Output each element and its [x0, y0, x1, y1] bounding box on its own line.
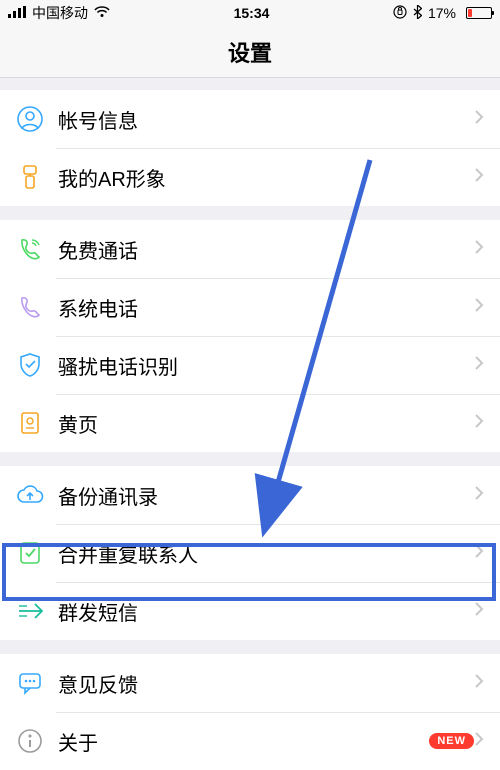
- clock: 15:34: [110, 5, 393, 21]
- page-title: 设置: [228, 36, 272, 68]
- settings-row[interactable]: 帐号信息: [0, 90, 500, 148]
- settings-row[interactable]: 我的AR形象: [0, 148, 500, 206]
- settings-group: 帐号信息我的AR形象: [0, 90, 500, 206]
- status-bar: 中国移动 15:34 17%: [0, 0, 500, 26]
- chevron-right-icon: [474, 239, 484, 260]
- settings-group: 意见反馈关于 NEW: [0, 654, 500, 770]
- ar-icon: [16, 163, 44, 191]
- settings-group: 免费通话系统电话骚扰电话识别黄页: [0, 220, 500, 452]
- settings-row[interactable]: 系统电话: [0, 278, 500, 336]
- row-label: 群发短信: [58, 597, 474, 626]
- settings-row[interactable]: 黄页: [0, 394, 500, 452]
- settings-row[interactable]: 骚扰电话识别: [0, 336, 500, 394]
- rotation-lock-icon: [393, 5, 407, 22]
- row-label: 关于: [58, 727, 419, 756]
- book-icon: [16, 409, 44, 437]
- settings-group: 备份通讯录合并重复联系人群发短信: [0, 466, 500, 640]
- battery-icon: [462, 7, 492, 19]
- cloud-up-icon: [16, 481, 44, 509]
- shield-icon: [16, 351, 44, 379]
- chevron-right-icon: [474, 355, 484, 376]
- chevron-right-icon: [474, 543, 484, 564]
- chevron-right-icon: [474, 485, 484, 506]
- row-label: 合并重复联系人: [58, 539, 474, 568]
- new-badge: NEW: [429, 733, 474, 749]
- row-label: 系统电话: [58, 293, 474, 322]
- row-label: 免费通话: [58, 235, 474, 264]
- chevron-right-icon: [474, 167, 484, 188]
- settings-row[interactable]: 备份通讯录: [0, 466, 500, 524]
- signal-icon: [8, 5, 26, 21]
- wifi-icon: [94, 5, 110, 21]
- chevron-right-icon: [474, 109, 484, 130]
- settings-row[interactable]: 意见反馈: [0, 654, 500, 712]
- row-label: 骚扰电话识别: [58, 351, 474, 380]
- chevron-right-icon: [474, 413, 484, 434]
- settings-row[interactable]: 群发短信: [0, 582, 500, 640]
- row-label: 备份通讯录: [58, 481, 474, 510]
- info-icon: [16, 727, 44, 755]
- chevron-right-icon: [474, 673, 484, 694]
- chevron-right-icon: [474, 601, 484, 622]
- chevron-right-icon: [474, 297, 484, 318]
- merge-icon: [16, 539, 44, 567]
- phone-icon: [16, 293, 44, 321]
- send-icon: [16, 597, 44, 625]
- row-label: 黄页: [58, 409, 474, 438]
- row-label: 我的AR形象: [58, 163, 474, 192]
- chevron-right-icon: [474, 731, 484, 752]
- battery-pct-label: 17%: [428, 5, 456, 21]
- settings-row[interactable]: 合并重复联系人: [0, 524, 500, 582]
- phone-free-icon: [16, 235, 44, 263]
- settings-row[interactable]: 免费通话: [0, 220, 500, 278]
- row-label: 帐号信息: [58, 105, 474, 134]
- person-icon: [16, 105, 44, 133]
- nav-bar: 设置: [0, 26, 500, 78]
- bluetooth-icon: [413, 5, 422, 22]
- settings-row[interactable]: 关于 NEW: [0, 712, 500, 770]
- feedback-icon: [16, 669, 44, 697]
- carrier-label: 中国移动: [32, 3, 88, 23]
- row-label: 意见反馈: [58, 669, 474, 698]
